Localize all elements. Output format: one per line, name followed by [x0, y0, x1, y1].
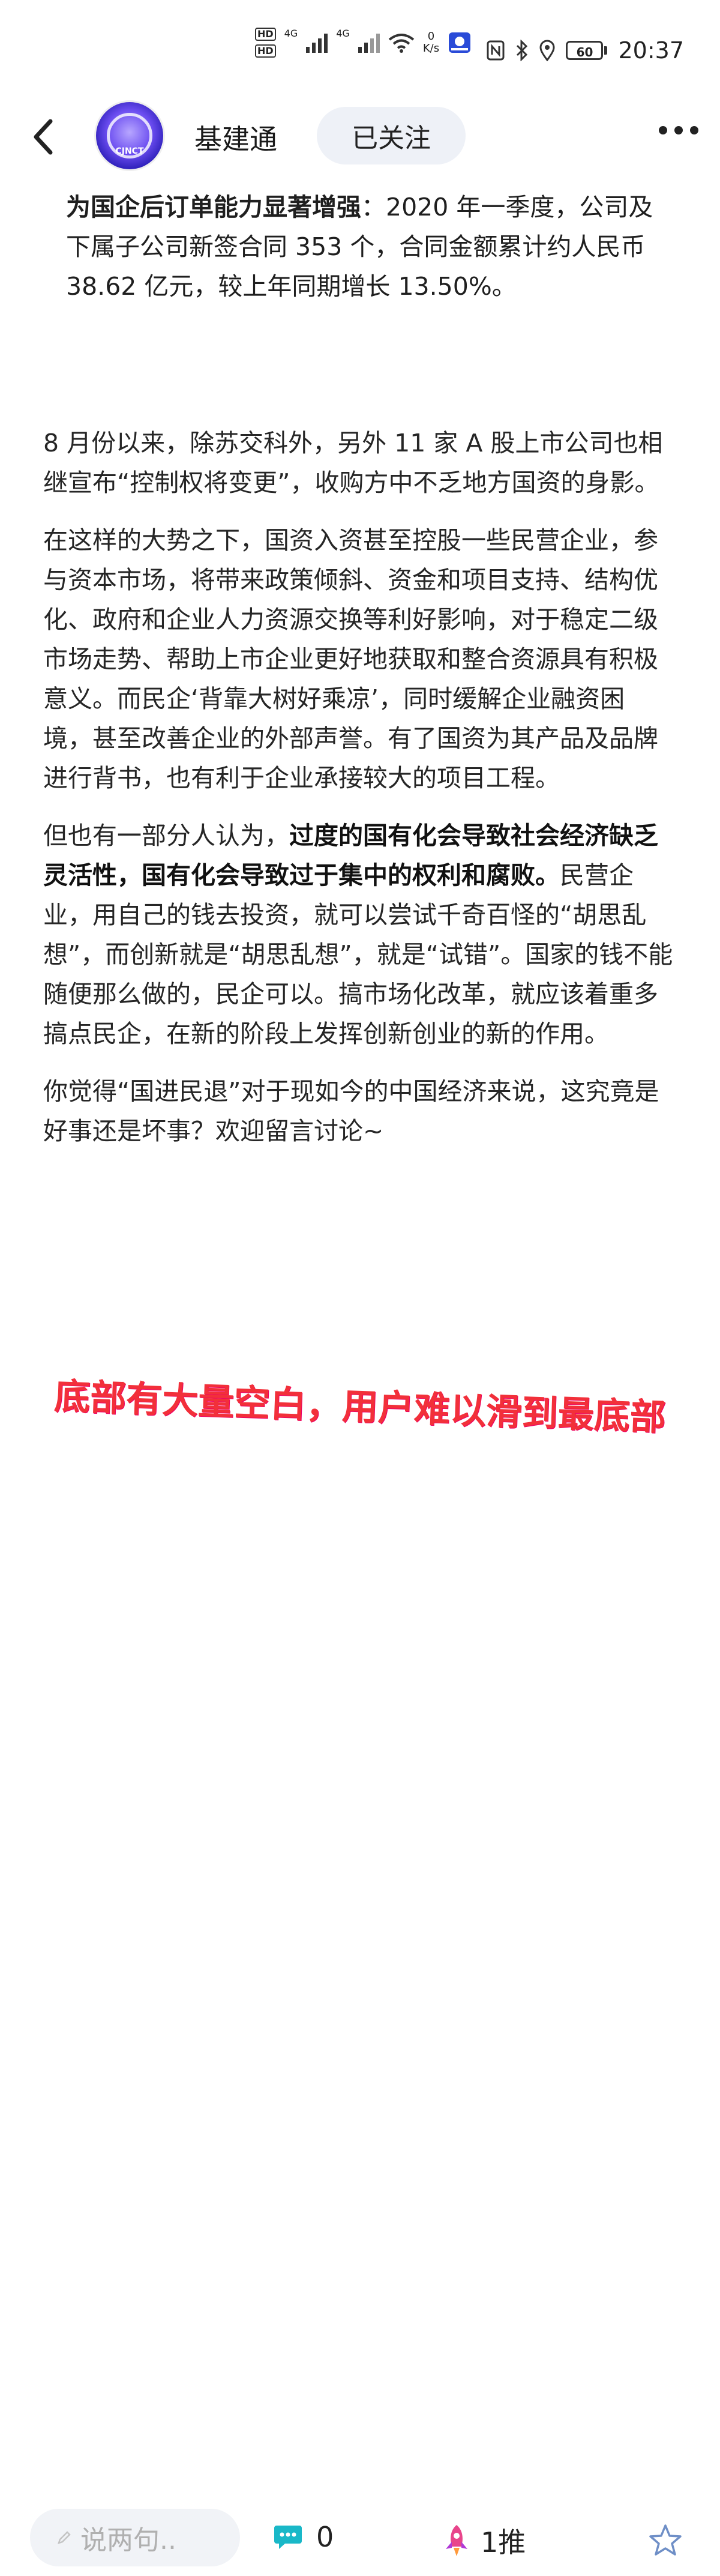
speed-unit: K/s: [422, 42, 440, 55]
clipped-text-line: ———: [66, 162, 654, 175]
network-speed: 0 K/s: [423, 31, 439, 55]
bold-text: 为国企后订单能力显著增强: [66, 193, 361, 222]
article-paragraph: 但也有一部分人认为，过度的国有化会导致社会经济缺乏灵活性，国有化会导致过于集中的…: [43, 816, 673, 1054]
signal-icon: [306, 32, 328, 53]
avatar-text: CJNCT: [115, 146, 144, 156]
annotation-text: 底部有大量空白，用户难以滑到最底部: [53, 1375, 667, 1439]
bottom-action-bar: 说两句.. 0 1推: [0, 2500, 720, 2576]
back-arrow-icon[interactable]: [24, 113, 66, 161]
pen-icon: [58, 2531, 71, 2544]
comment-count: 0: [316, 2521, 334, 2553]
push-label: 1推: [481, 2526, 526, 2559]
more-icon[interactable]: [659, 126, 698, 134]
paragraph-text: 但也有一部分人认为，: [43, 821, 289, 850]
hd-badges: HD HD: [255, 28, 276, 58]
nfc-icon: [487, 40, 505, 61]
hd-badge: HD: [255, 28, 276, 41]
app-notification-icon: [449, 32, 471, 53]
hd-badge: HD: [255, 44, 276, 58]
account-avatar[interactable]: CJNCT: [96, 102, 163, 169]
signal-icon: [358, 32, 380, 53]
comment-placeholder: 说两句..: [80, 2525, 176, 2556]
rocket-icon: [446, 2525, 467, 2556]
follow-button[interactable]: 已关注: [317, 107, 466, 164]
location-icon: [539, 40, 555, 61]
bluetooth-icon: [517, 40, 528, 61]
article-paragraph: 在这样的大势之下，国资入资甚至控股一些民营企业，参与资本市场，将带来政策倾斜、资…: [43, 526, 658, 792]
status-right: 60 20:37: [487, 37, 684, 64]
clock: 20:37: [618, 37, 684, 64]
comment-button[interactable]: 0: [273, 2521, 334, 2553]
battery-icon: 60: [566, 41, 608, 60]
network-type-label: 4G: [284, 28, 298, 39]
article-paragraph: 为国企后订单能力显著增强：2020 年一季度，公司及下属子公司新签合同 353 …: [66, 187, 666, 306]
battery-level: 60: [566, 41, 604, 60]
article-body: 8 月份以来，除苏交科外，另外 11 家 A 股上市公司也相继宣布“控制权将变更…: [43, 423, 673, 1169]
article-paragraph: 你觉得“国进民退”对于现如今的中国经济来说，这究竟是好事还是坏事？欢迎留言讨论~: [43, 1077, 659, 1145]
network-type-label: 4G: [336, 28, 350, 39]
status-bar: HD HD 4G 4G 0 K/s 60 20:37: [0, 0, 720, 102]
star-icon[interactable]: [648, 2523, 683, 2558]
wifi-icon: [388, 34, 415, 53]
comment-input[interactable]: 说两句..: [30, 2509, 240, 2566]
speed-value: 0: [427, 30, 435, 43]
status-left: HD HD 4G 4G 0 K/s: [255, 28, 472, 58]
push-button[interactable]: 1推: [441, 2521, 526, 2560]
article-paragraph: 8 月份以来，除苏交科外，另外 11 家 A 股上市公司也相继宣布“控制权将变更…: [43, 429, 663, 497]
account-name[interactable]: 基建通: [194, 118, 277, 157]
comment-icon: [274, 2526, 302, 2549]
